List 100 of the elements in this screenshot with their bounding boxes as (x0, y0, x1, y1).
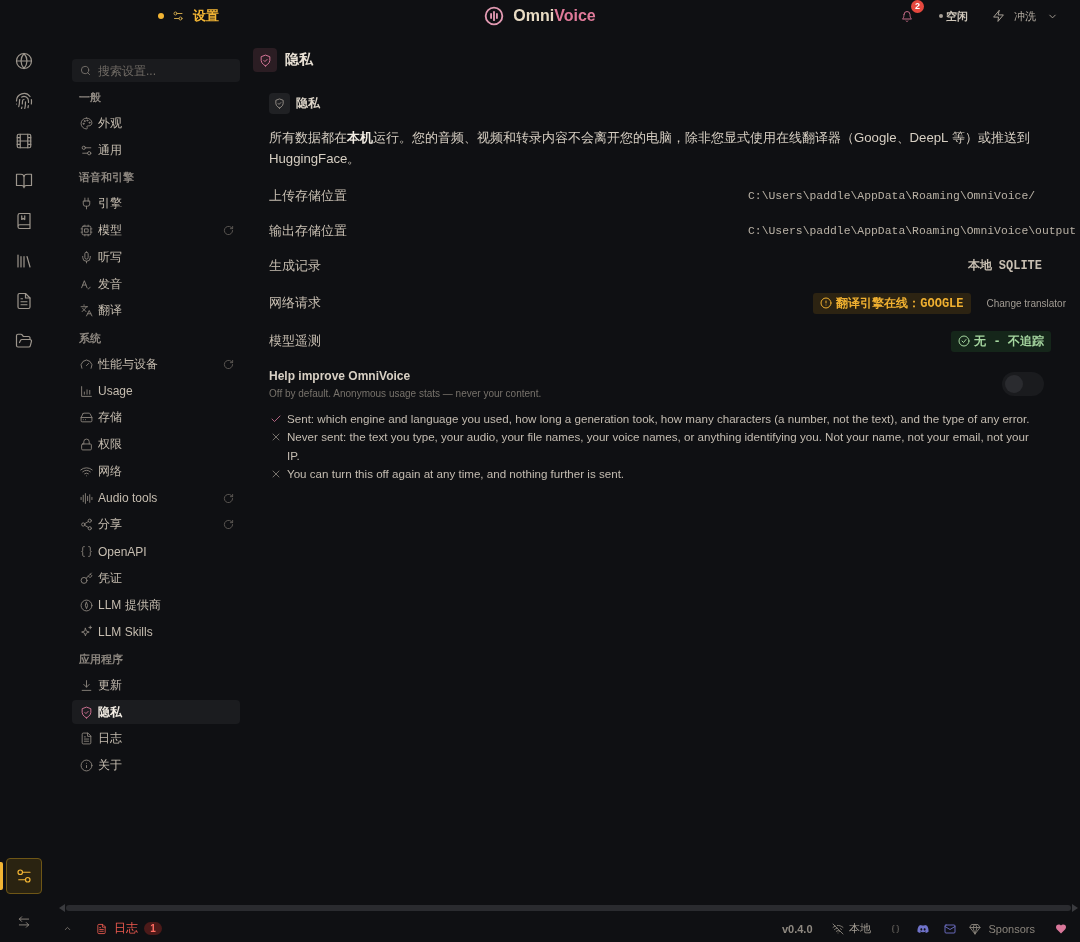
log-count: 1 (144, 922, 162, 935)
info-icon (80, 759, 93, 772)
sidebar-item[interactable]: 网络 (72, 459, 240, 484)
setting-label: 模型遥测 (269, 332, 322, 351)
document-icon (96, 922, 107, 935)
document-icon (15, 292, 33, 310)
globe-icon (15, 52, 33, 70)
sidebar-item[interactable]: 模型 (72, 218, 240, 243)
sidebar-item[interactable]: 性能与设备 (72, 352, 240, 377)
chip-icon (80, 224, 93, 237)
horizontal-scrollbar[interactable] (59, 904, 1078, 912)
wifi-off-icon (831, 922, 844, 935)
scrollbar-thumb[interactable] (66, 905, 1071, 911)
library-icon (15, 252, 33, 270)
gauge-icon (80, 357, 93, 371)
sidebar-item[interactable]: 更新 (72, 673, 240, 698)
shield-icon (253, 48, 277, 72)
app-name: OmniVoice (513, 7, 596, 25)
section-heading: 一般 (78, 89, 102, 105)
cross-icon (270, 468, 282, 480)
bullet-text: Sent: which engine and language you used, how long a generation took, how many characters (a number, not the text), and the type of any error. (287, 410, 1030, 427)
logo-icon (484, 6, 505, 26)
mail-icon[interactable] (943, 922, 956, 935)
gamepad-icon[interactable] (916, 922, 929, 935)
key-icon (80, 571, 93, 585)
shield-icon (269, 93, 290, 114)
flush-button[interactable]: 冲洗 (992, 8, 1058, 24)
status-text: 无 - 不追踪 (974, 333, 1044, 350)
connection-label: 本地 (848, 921, 871, 936)
wifi-icon (80, 464, 93, 478)
log-button[interactable]: 日志 1 (96, 920, 162, 937)
bullet-text: Never sent: the text you type, your audio, your file names, your voice names, or anything identifying you. Not your name, not your email, not your IP. (287, 429, 1030, 464)
scroll-right-icon[interactable] (1072, 904, 1078, 912)
page-title: 隐私 (285, 51, 313, 69)
search-field[interactable]: 搜索设置... (72, 59, 240, 82)
share-icon (80, 518, 93, 532)
sidebar-item[interactable]: LLM 提供商 (72, 593, 240, 617)
sidebar-item[interactable]: Usage (72, 379, 240, 403)
path-value: C:\Users\paddle\AppData\Roaming\OmniVoice\output (748, 224, 1077, 240)
lock-icon (80, 438, 93, 451)
setting-label: 上传存储位置 (269, 187, 348, 205)
braces-icon[interactable] (890, 922, 900, 935)
cross-icon (270, 431, 282, 443)
storage-value: 本地 SQLITE (967, 258, 1042, 276)
sidebar-item[interactable]: 存储 (72, 405, 240, 430)
sidebar-item[interactable]: 隐私 (72, 700, 240, 724)
heart-icon[interactable] (1055, 922, 1067, 935)
sidebar-item[interactable]: Audio tools (72, 486, 240, 510)
shield-icon (80, 705, 93, 719)
translate-icon (80, 304, 93, 318)
compass-icon (80, 598, 93, 612)
sidebar-item[interactable]: 凭证 (72, 566, 240, 591)
sidebar-item[interactable]: 关于 (72, 753, 240, 778)
fingerprint-icon (15, 92, 33, 110)
sidebar-item[interactable]: OpenAPI (72, 539, 240, 564)
alert-icon (820, 297, 833, 310)
scroll-left-icon[interactable] (59, 904, 65, 912)
sidebar-item[interactable]: 分享 (72, 512, 240, 537)
sliders-icon (80, 143, 93, 157)
sparkles-icon (80, 625, 93, 639)
active-indicator (0, 862, 3, 890)
search-icon (80, 65, 91, 76)
setting-label: 输出存储位置 (269, 222, 348, 241)
sidebar-item[interactable]: 通用 (72, 138, 240, 163)
film-icon (15, 132, 33, 150)
audio-wave-icon (80, 491, 93, 505)
refresh-icon[interactable] (223, 225, 234, 236)
refresh-icon[interactable] (223, 358, 234, 370)
swap-icon[interactable] (17, 915, 31, 929)
sidebar-item[interactable]: LLM Skills (72, 619, 240, 644)
section-heading: 系统 (78, 330, 102, 346)
settings-button[interactable] (6, 858, 42, 894)
sidebar-item[interactable]: 翻译 (72, 298, 240, 323)
gem-icon (968, 922, 981, 935)
sidebar-item[interactable]: 权限 (72, 432, 240, 457)
help-subtitle: Off by default. Anonymous usage stats — never your content. (269, 386, 543, 401)
bell-icon[interactable] (901, 9, 913, 23)
sidebar-item[interactable]: 引擎 (72, 191, 240, 216)
notification-count: 2 (911, 0, 924, 13)
microphone-icon (80, 250, 93, 264)
status-text: 翻译引擎在线：GOOGLE (836, 295, 964, 312)
path-value: C:\Users\paddle\AppData\Roaming\OmniVoice/ (748, 189, 1036, 204)
sidebar-item[interactable]: 日志 (72, 726, 240, 751)
drive-icon (80, 411, 93, 425)
refresh-icon[interactable] (223, 492, 234, 504)
bullet-text: You can turn this off again at any time, and nothing further is sent. (287, 466, 625, 482)
status-dot-icon (158, 13, 164, 19)
toggle-switch[interactable] (1002, 372, 1044, 397)
plug-icon (80, 197, 93, 211)
braces-icon (80, 545, 93, 558)
refresh-icon[interactable] (223, 519, 234, 531)
chevron-up-icon[interactable] (63, 924, 72, 933)
sidebar-item[interactable]: 发音 (72, 272, 240, 296)
sidebar-item[interactable]: 听写 (72, 245, 240, 270)
book-icon (15, 212, 33, 230)
folder-icon (15, 332, 33, 350)
sidebar-item[interactable]: 外观 (72, 111, 240, 136)
status-dot-icon (939, 14, 943, 18)
change-translator-link[interactable]: Change translator (986, 297, 1066, 309)
sponsors-link[interactable]: Sponsors (968, 922, 1035, 935)
